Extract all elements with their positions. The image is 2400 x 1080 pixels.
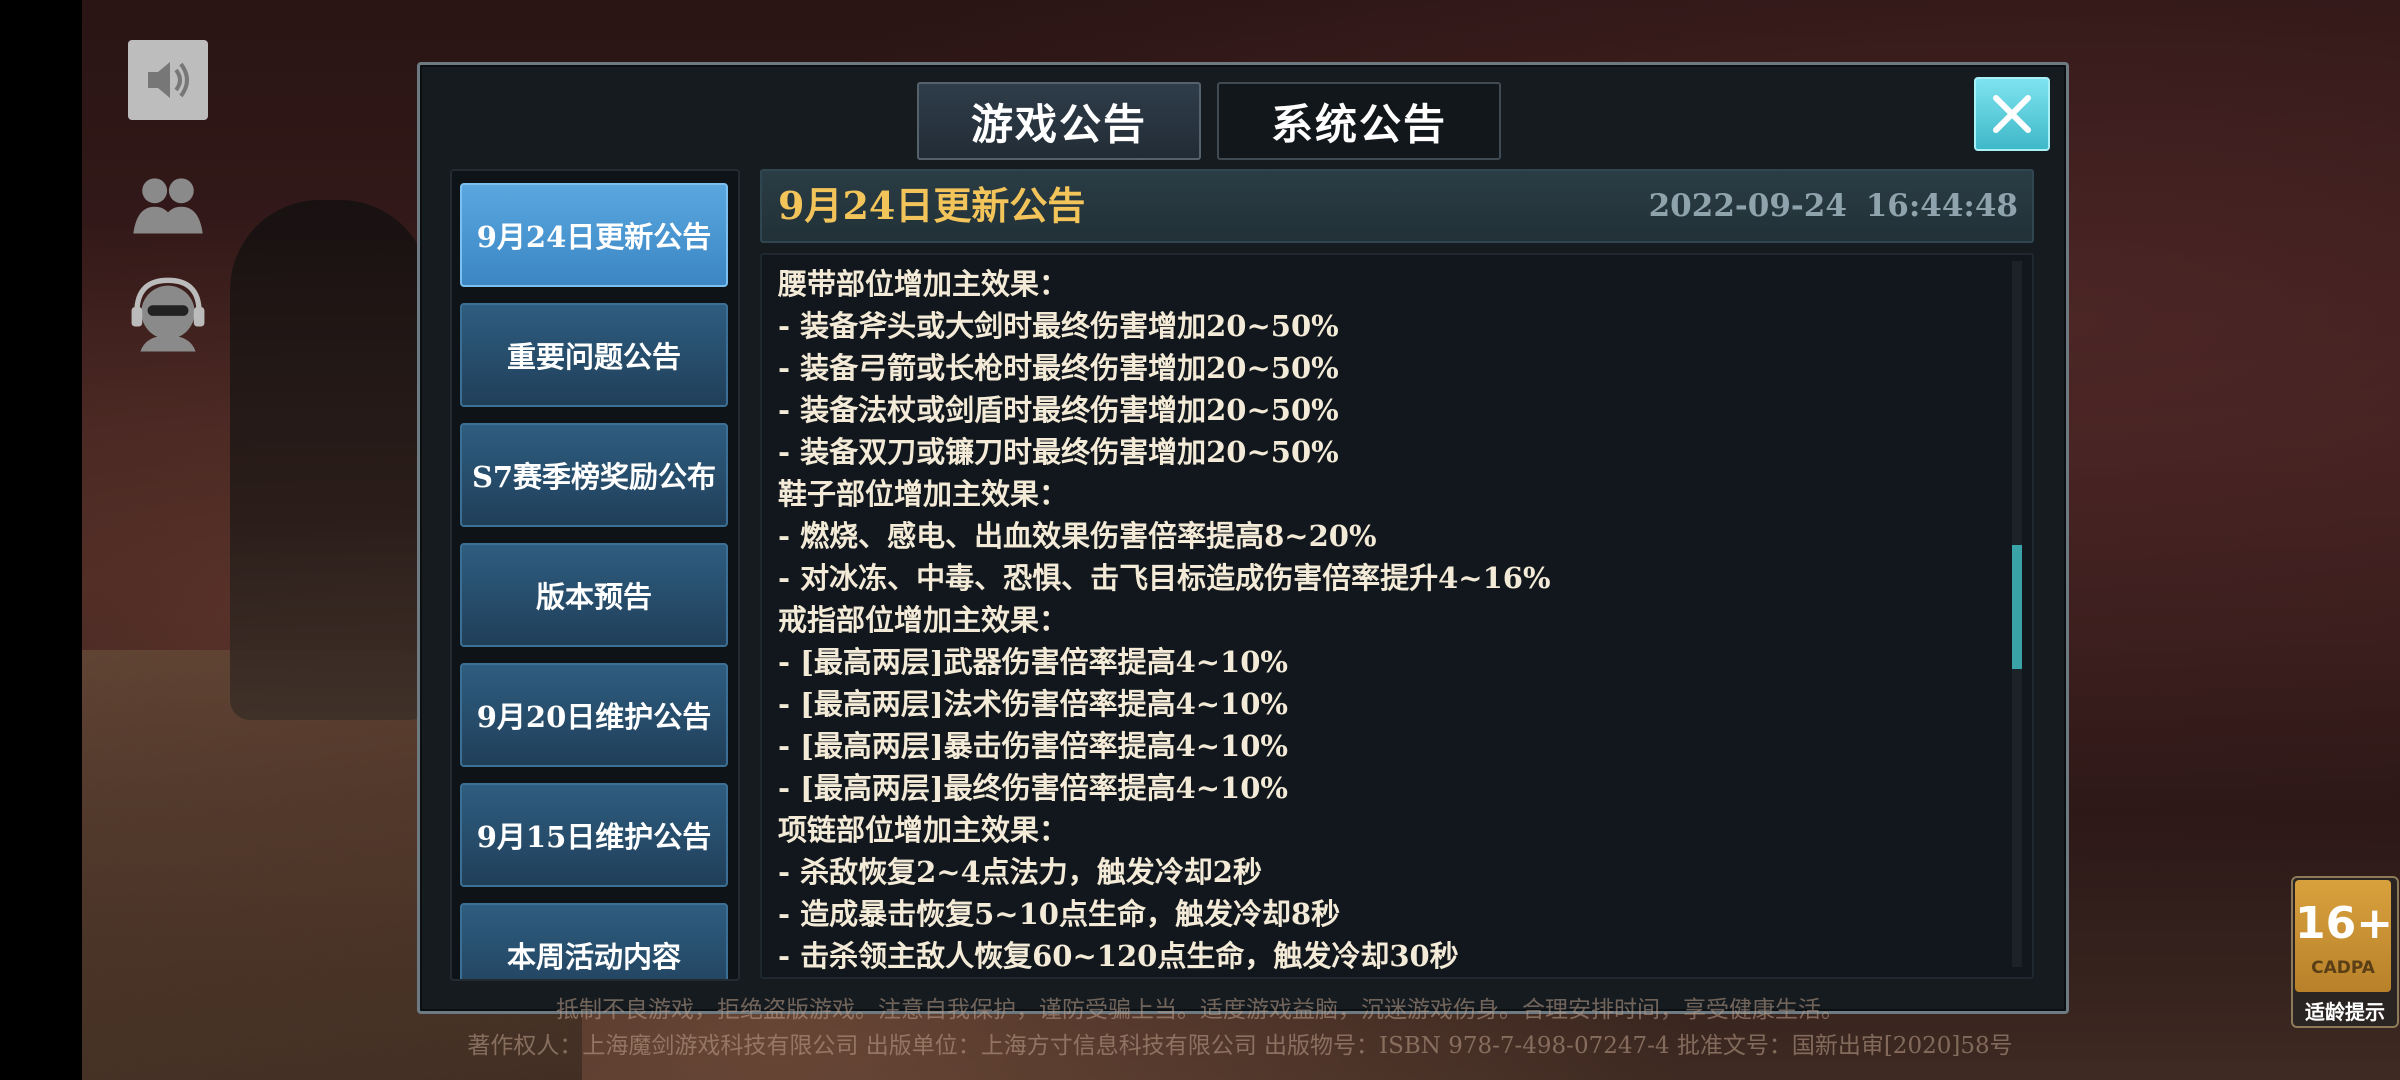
notice-item-0915-maintenance[interactable]: 9月15日维护公告 (460, 783, 728, 887)
age-rating-org: CADPA (2311, 958, 2375, 978)
content-line: - 装备弓箭或长枪时最终伤害增加20~50% (778, 351, 1339, 385)
content-header: 9月24日更新公告 2022-09-24 16:44:48 (760, 169, 2034, 243)
copyright-info: 著作权人：上海魔剑游戏科技有限公司 出版单位：上海方寸信息科技有限公司 出版物号… (467, 1033, 2013, 1059)
notice-item-0924-update[interactable]: 9月24日更新公告 (460, 183, 728, 287)
notice-item-version-preview[interactable]: 版本预告 (460, 543, 728, 647)
close-button[interactable] (1974, 77, 2050, 151)
content-line: 鞋子部位增加主效果： (778, 477, 1069, 511)
age-rating-panel: 16+ CADPA (2295, 880, 2394, 992)
content-line: - 击杀领主敌人恢复60~120点生命，触发冷却30秒 (778, 939, 1459, 973)
notice-text: 腰带部位增加主效果： - 装备斧头或大剑时最终伤害增加20~50% - 装备弓箭… (778, 263, 1992, 977)
letterbox-left (0, 0, 82, 1080)
age-rating-badge[interactable]: 16+ CADPA 适龄提示 (2291, 876, 2399, 1028)
content-line: - 杀敌恢复2~4点法力，触发冷却2秒 (778, 855, 1262, 889)
tab-game-notice[interactable]: 游戏公告 (917, 82, 1201, 160)
tab-system-notice[interactable]: 系统公告 (1217, 82, 1501, 160)
content-line: - 装备法杖或剑盾时最终伤害增加20~50% (778, 393, 1339, 427)
health-advisory: 抵制不良游戏，拒绝盗版游戏。注意自我保护，谨防受骗上当。适度游戏益脑，沉迷游戏伤… (556, 997, 1844, 1023)
headset-icon[interactable] (128, 275, 208, 355)
content-line: - 造成暴击恢复5~10点生命，触发冷却8秒 (778, 897, 1341, 931)
content-line: 戒指部位增加主效果： (778, 603, 1069, 637)
age-rating-caption: 适龄提示 (2305, 1000, 2385, 1024)
content-line: - 对冰冻、中毒、恐惧、击飞目标造成伤害倍率提升4~16% (778, 561, 1551, 595)
content-line: - 装备斧头或大剑时最终伤害增加20~50% (778, 309, 1339, 343)
notice-item-weekly-events[interactable]: 本周活动内容 (460, 903, 728, 979)
content-line: - [最高两层]暴击伤害倍率提高4~10% (778, 729, 1288, 763)
content-line: - [最高两层]最终伤害倍率提高4~10% (778, 771, 1288, 805)
content-line: - [最高两层]法术伤害倍率提高4~10% (778, 687, 1288, 721)
notice-title: 9月24日更新公告 (778, 183, 1086, 228)
hooded-character (230, 200, 430, 720)
notice-list: 9月24日更新公告 重要问题公告 S7赛季榜奖励公布 版本预告 9月20日维护公… (450, 169, 740, 981)
announcement-dialog: 游戏公告 系统公告 9月24日更新公告 重要问题公告 S7赛季榜奖励公布 版本预… (417, 62, 2069, 1014)
content-line: - 装备双刀或镰刀时最终伤害增加20~50% (778, 435, 1339, 469)
content-line: - [最高两层]武器伤害倍率提高4~10% (778, 645, 1288, 679)
notice-content[interactable]: 腰带部位增加主效果： - 装备斧头或大剑时最终伤害增加20~50% - 装备弓箭… (760, 253, 2034, 979)
scrollbar-thumb[interactable] (2012, 545, 2022, 669)
notice-item-0920-maintenance[interactable]: 9月20日维护公告 (460, 663, 728, 767)
notice-item-s7-rewards[interactable]: S7赛季榜奖励公布 (460, 423, 728, 527)
content-line: 项链部位增加主效果： (778, 813, 1069, 847)
notice-datetime: 2022-09-24 16:44:48 (1648, 188, 2018, 224)
content-line: 腰带部位增加主效果： (778, 267, 1069, 301)
speaker-icon[interactable] (128, 40, 208, 120)
friends-icon[interactable] (128, 165, 208, 245)
age-rating-number: 16+ (2295, 898, 2394, 949)
close-icon (1993, 95, 2031, 133)
notice-item-important[interactable]: 重要问题公告 (460, 303, 728, 407)
content-line: - 燃烧、感电、出血效果伤害倍率提高8~20% (778, 519, 1377, 553)
